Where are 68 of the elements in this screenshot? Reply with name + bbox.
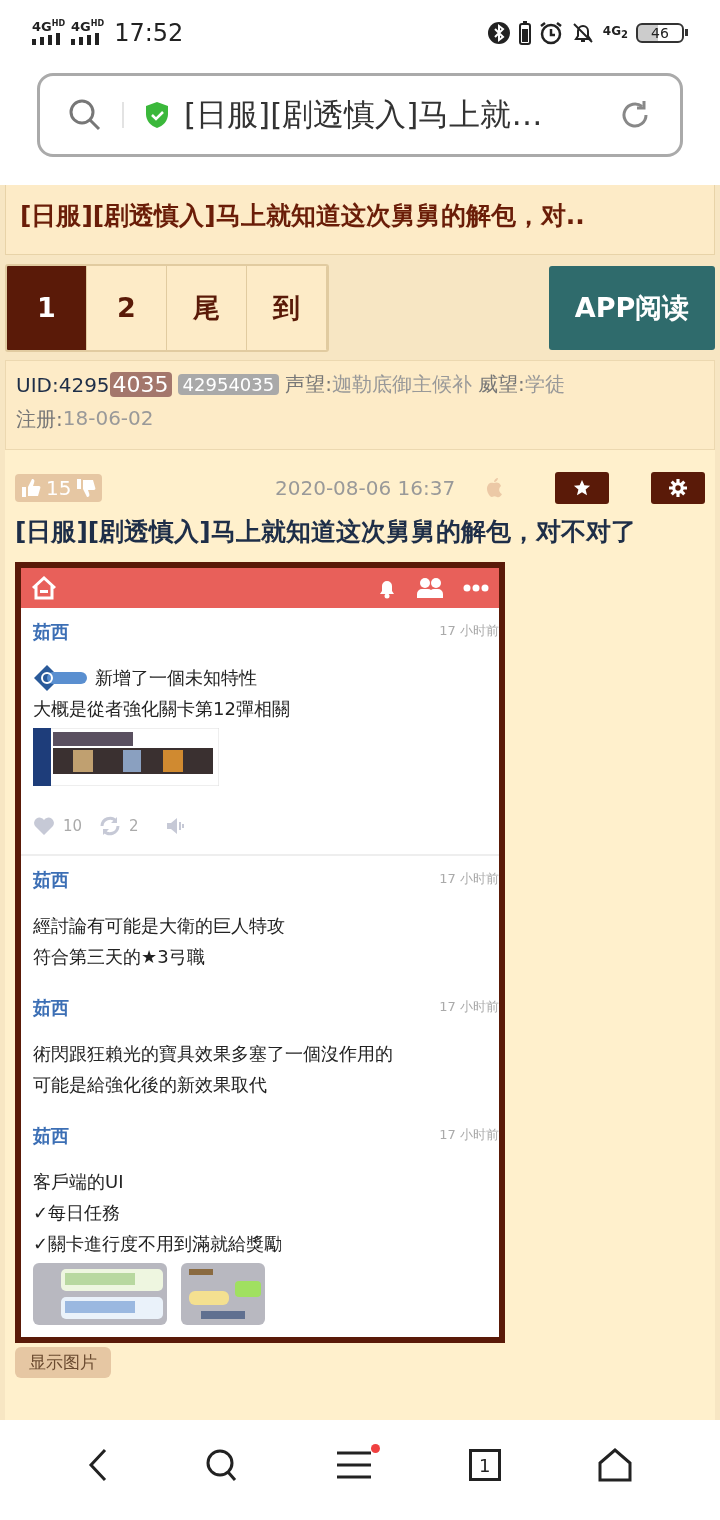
show-images-button[interactable]: 显示图片 xyxy=(15,1347,111,1378)
battery-level: 46 xyxy=(636,22,684,43)
post-text: 符合第三天的★3弓職 xyxy=(33,945,205,969)
search-icon xyxy=(68,98,102,132)
post-text: 術閃跟狂賴光的寶具效果多塞了一個沒作用的 xyxy=(33,1042,393,1066)
back-icon[interactable] xyxy=(88,1448,109,1482)
app-read-button[interactable]: APP阅读 xyxy=(549,265,715,350)
speaker-icon xyxy=(165,816,185,836)
signal-icon xyxy=(32,33,62,46)
field-label: 注册: xyxy=(16,406,63,433)
post-text: 經討論有可能是大衛的巨人特攻 xyxy=(33,914,285,938)
people-icon[interactable] xyxy=(417,577,443,599)
repost-count: 2 xyxy=(129,817,140,835)
post-text: 客戶端的UI xyxy=(33,1170,124,1194)
page-button[interactable]: 2 xyxy=(87,265,167,350)
post-date: 2020-08-06 16:37 xyxy=(275,476,456,500)
alarm-icon xyxy=(538,20,563,45)
repost-icon xyxy=(99,816,121,836)
settings-icon xyxy=(669,479,687,497)
post-text: 大概是從者強化關卡第12彈相關 xyxy=(33,697,290,721)
post-text: 新增了一個未知特性 xyxy=(95,666,257,690)
user-id: UID:4295 xyxy=(16,372,110,397)
bluetooth-icon xyxy=(486,20,511,45)
clock-time: 17:52 xyxy=(114,18,184,47)
author-name[interactable]: 茹西 xyxy=(33,996,69,1020)
like-count: 10 xyxy=(63,817,84,835)
thumbs-up-icon xyxy=(21,478,41,498)
field-label: 威望: xyxy=(477,371,525,398)
field-label: 声望: xyxy=(285,371,332,398)
vote-count: 15 xyxy=(46,476,72,500)
post-time: 17 小时前 xyxy=(439,998,499,1016)
heart-icon xyxy=(33,816,55,836)
post-time: 17 小时前 xyxy=(439,622,499,640)
battery-saver-icon xyxy=(518,20,531,45)
tabs-button[interactable]: 1 xyxy=(468,1449,501,1481)
fame-value: 迦勒底御主候补 xyxy=(331,371,472,398)
mute-bell-icon xyxy=(570,20,595,45)
post-text: ✓關卡進行度不用到滿就給獎勵 xyxy=(33,1232,283,1256)
more-icon[interactable] xyxy=(463,584,489,592)
post-title: [日服][剧透慎入]马上就知道这次舅舅的解包，对不对了 xyxy=(15,516,637,548)
network-type-label: 4G$_{2}$ xyxy=(602,24,628,41)
favorite-button[interactable] xyxy=(555,472,609,504)
thread-title: [日服][剧透慎入]马上就知道这次舅舅的解包，对.. xyxy=(20,200,586,232)
thumbs-down-icon xyxy=(76,478,97,498)
post-text: ✓每日任務 xyxy=(33,1201,121,1225)
signal-icon xyxy=(71,33,102,46)
network-label: 4G$^{HD}$ xyxy=(32,19,66,34)
page-button[interactable]: 到 xyxy=(247,265,327,350)
user-id-badge: 42954035 xyxy=(177,374,280,395)
settings-button[interactable] xyxy=(651,472,705,504)
user-id-highlight: 4035 xyxy=(109,372,172,397)
page-button[interactable]: 1 xyxy=(7,265,87,350)
author-name[interactable]: 茹西 xyxy=(33,1124,69,1148)
registration-date: 18-06-02 xyxy=(62,406,154,432)
address-bar[interactable]: [日服][剧透慎入]马上就… xyxy=(37,73,683,157)
home-icon[interactable] xyxy=(597,1448,632,1482)
author-name[interactable]: 茹西 xyxy=(33,620,69,644)
author-name[interactable]: 茹西 xyxy=(33,868,69,892)
page-title: [日服][剧透慎入]马上就… xyxy=(184,95,544,134)
post-time: 17 小时前 xyxy=(439,870,499,888)
post-time: 17 小时前 xyxy=(439,1126,499,1144)
network-label: 4G$^{HD}$ xyxy=(71,19,105,34)
prestige-value: 学徒 xyxy=(524,371,565,398)
page-button[interactable]: 尾 xyxy=(167,265,247,350)
menu-icon[interactable] xyxy=(336,1450,372,1480)
apple-icon xyxy=(485,478,504,498)
post-text: 可能是給強化後的新效果取代 xyxy=(33,1073,267,1097)
star-icon xyxy=(573,479,591,497)
